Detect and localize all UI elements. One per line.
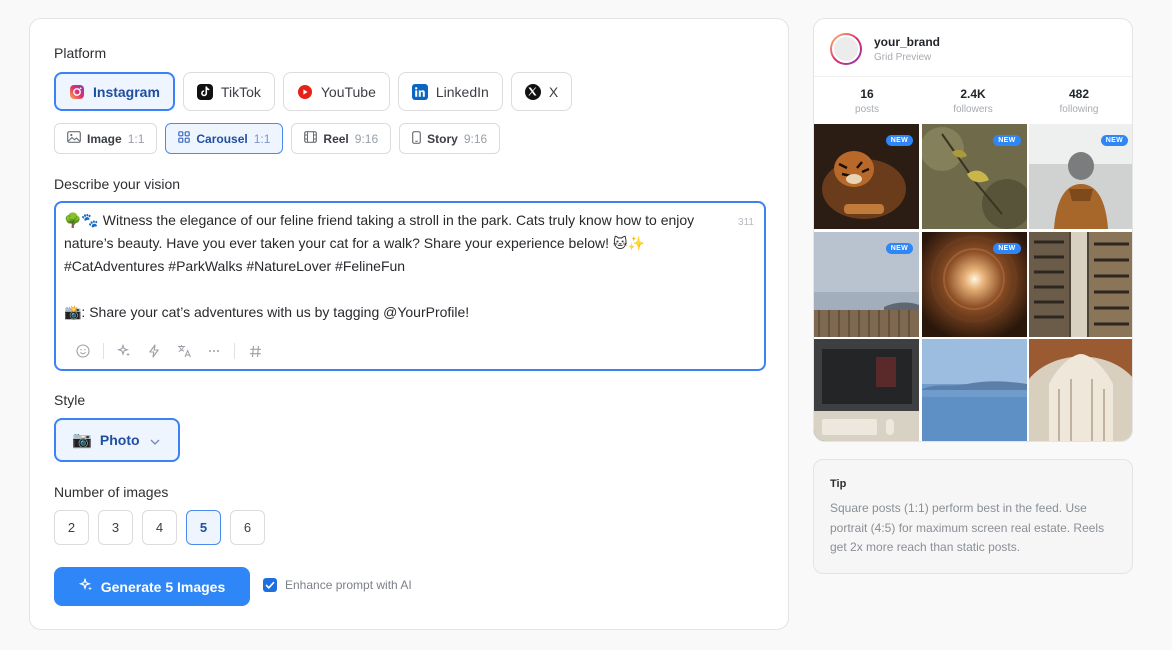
generate-images-button[interactable]: Generate 5 Images — [54, 567, 250, 606]
format-story-label: Story — [427, 131, 458, 146]
toolbar-divider — [234, 343, 235, 359]
format-image-button[interactable]: Image 1:1 — [54, 123, 158, 154]
format-story-ratio: 9:16 — [463, 131, 488, 146]
vision-textarea[interactable]: 🌳🐾 Witness the elegance of our feline fr… — [64, 209, 734, 324]
format-image-ratio: 1:1 — [127, 131, 145, 146]
new-badge: NEW — [885, 242, 913, 254]
image-count-option[interactable]: 3 — [98, 510, 133, 545]
x-logo-icon — [524, 83, 541, 100]
sparkles-icon — [78, 577, 93, 595]
format-reel-button[interactable]: Reel 9:16 — [291, 123, 392, 154]
profile-header: your_brand Grid Preview — [830, 33, 940, 65]
grid-tile-buildings[interactable] — [1029, 231, 1132, 337]
image-count-option[interactable]: 6 — [230, 510, 265, 545]
vision-textarea-container: 🌳🐾 Witness the elegance of our feline fr… — [54, 201, 766, 371]
platform-instagram-button[interactable]: Instagram — [54, 72, 175, 111]
style-label: Style — [54, 392, 86, 408]
grid-tile-leaves[interactable]: NEW — [921, 124, 1027, 229]
format-image-label: Image — [87, 131, 122, 146]
tiktok-icon — [196, 83, 213, 100]
phone-icon — [412, 130, 422, 147]
platform-x-button[interactable]: X — [510, 72, 573, 111]
stat-posts: 16 posts — [855, 87, 879, 115]
format-carousel-button[interactable]: Carousel 1:1 — [165, 123, 284, 154]
new-badge: NEW — [993, 135, 1021, 146]
linkedin-icon — [411, 83, 428, 100]
format-selector: Image 1:1 Carousel 1:1 Reel 9:16 Story 9… — [54, 123, 501, 154]
vision-toolbar — [68, 343, 270, 359]
platform-tiktok-button[interactable]: TikTok — [182, 72, 275, 111]
format-reel-ratio: 9:16 — [354, 131, 379, 146]
stat-followers: 2.4K followers — [953, 87, 993, 115]
image-grid: NEW NEW NEW NEW NEW — [814, 124, 1132, 441]
grid-tile-tiger[interactable]: NEW — [814, 124, 919, 229]
character-count: 311 — [738, 217, 754, 228]
username: your_brand — [874, 35, 941, 49]
translate-icon[interactable] — [169, 344, 199, 358]
format-carousel-label: Carousel — [196, 131, 248, 146]
emoji-icon[interactable] — [68, 344, 98, 358]
profile-stats: 16 posts 2.4K followers 482 following — [814, 76, 1132, 124]
sparkles-icon[interactable] — [109, 344, 139, 358]
grid-tile-desk[interactable] — [814, 339, 919, 441]
grid-tile-person[interactable]: NEW — [1029, 124, 1132, 229]
create-post-panel: Platform Instagram TikTok YouTube Linked… — [29, 18, 789, 630]
more-icon[interactable] — [199, 349, 229, 353]
avatar — [830, 33, 862, 65]
image-icon — [67, 131, 81, 146]
camera-icon: 📷 — [72, 432, 92, 449]
platform-label: Platform — [54, 45, 107, 61]
grid-tile-lake[interactable] — [921, 339, 1027, 441]
generate-button-label: Generate 5 Images — [100, 578, 226, 595]
chevron-down-icon — [150, 432, 160, 448]
image-count-selector: 2 3 4 5 6 — [54, 510, 265, 545]
style-dropdown[interactable]: 📷 Photo — [54, 418, 180, 462]
platform-x-label: X — [548, 83, 559, 100]
grid-tile-cathedral[interactable] — [1029, 339, 1132, 441]
format-reel-label: Reel — [323, 131, 349, 146]
platform-selector: Instagram TikTok YouTube LinkedIn X — [54, 72, 573, 111]
platform-tiktok-label: TikTok — [220, 83, 261, 100]
platform-youtube-button[interactable]: YouTube — [282, 72, 390, 111]
film-icon — [304, 131, 318, 146]
youtube-icon — [297, 84, 313, 100]
hashtag-icon[interactable] — [240, 345, 270, 358]
new-badge: NEW — [885, 135, 913, 146]
image-count-label: Number of images — [54, 484, 169, 500]
image-count-option-selected[interactable]: 5 — [186, 510, 221, 545]
platform-linkedin-button[interactable]: LinkedIn — [397, 72, 503, 111]
enhance-prompt-label: Enhance prompt with AI — [285, 578, 412, 592]
toolbar-divider — [103, 343, 104, 359]
stat-following: 482 following — [1059, 87, 1099, 115]
new-badge: NEW — [993, 242, 1021, 254]
enhance-prompt-checkbox[interactable] — [263, 578, 277, 592]
vision-label: Describe your vision — [54, 176, 181, 192]
grid-tile-pier[interactable]: NEW — [814, 231, 919, 337]
grid-preview-panel: your_brand Grid Preview 16 posts 2.4K foll… — [813, 18, 1133, 442]
grid-icon — [178, 131, 191, 146]
platform-linkedin-label: LinkedIn — [435, 83, 489, 100]
format-carousel-ratio: 1:1 — [253, 131, 271, 146]
new-badge: NEW — [1100, 135, 1128, 146]
platform-instagram-label: Instagram — [93, 83, 160, 100]
grid-tile-tunnel[interactable]: NEW — [921, 231, 1027, 337]
lightning-icon[interactable] — [139, 344, 169, 358]
platform-youtube-label: YouTube — [320, 83, 376, 100]
tip-card: Tip Square posts (1:1) perform best in t… — [813, 459, 1133, 574]
image-count-option[interactable]: 4 — [142, 510, 177, 545]
format-story-button[interactable]: Story 9:16 — [399, 123, 501, 154]
tip-text: Square posts (1:1) perform best in the f… — [830, 501, 1105, 554]
enhance-prompt-option: Enhance prompt with AI — [263, 578, 412, 592]
image-count-option[interactable]: 2 — [54, 510, 89, 545]
preview-subtitle: Grid Preview — [874, 52, 932, 63]
instagram-icon — [69, 84, 85, 100]
tip-title: Tip — [830, 478, 847, 490]
style-value: Photo — [99, 432, 140, 448]
